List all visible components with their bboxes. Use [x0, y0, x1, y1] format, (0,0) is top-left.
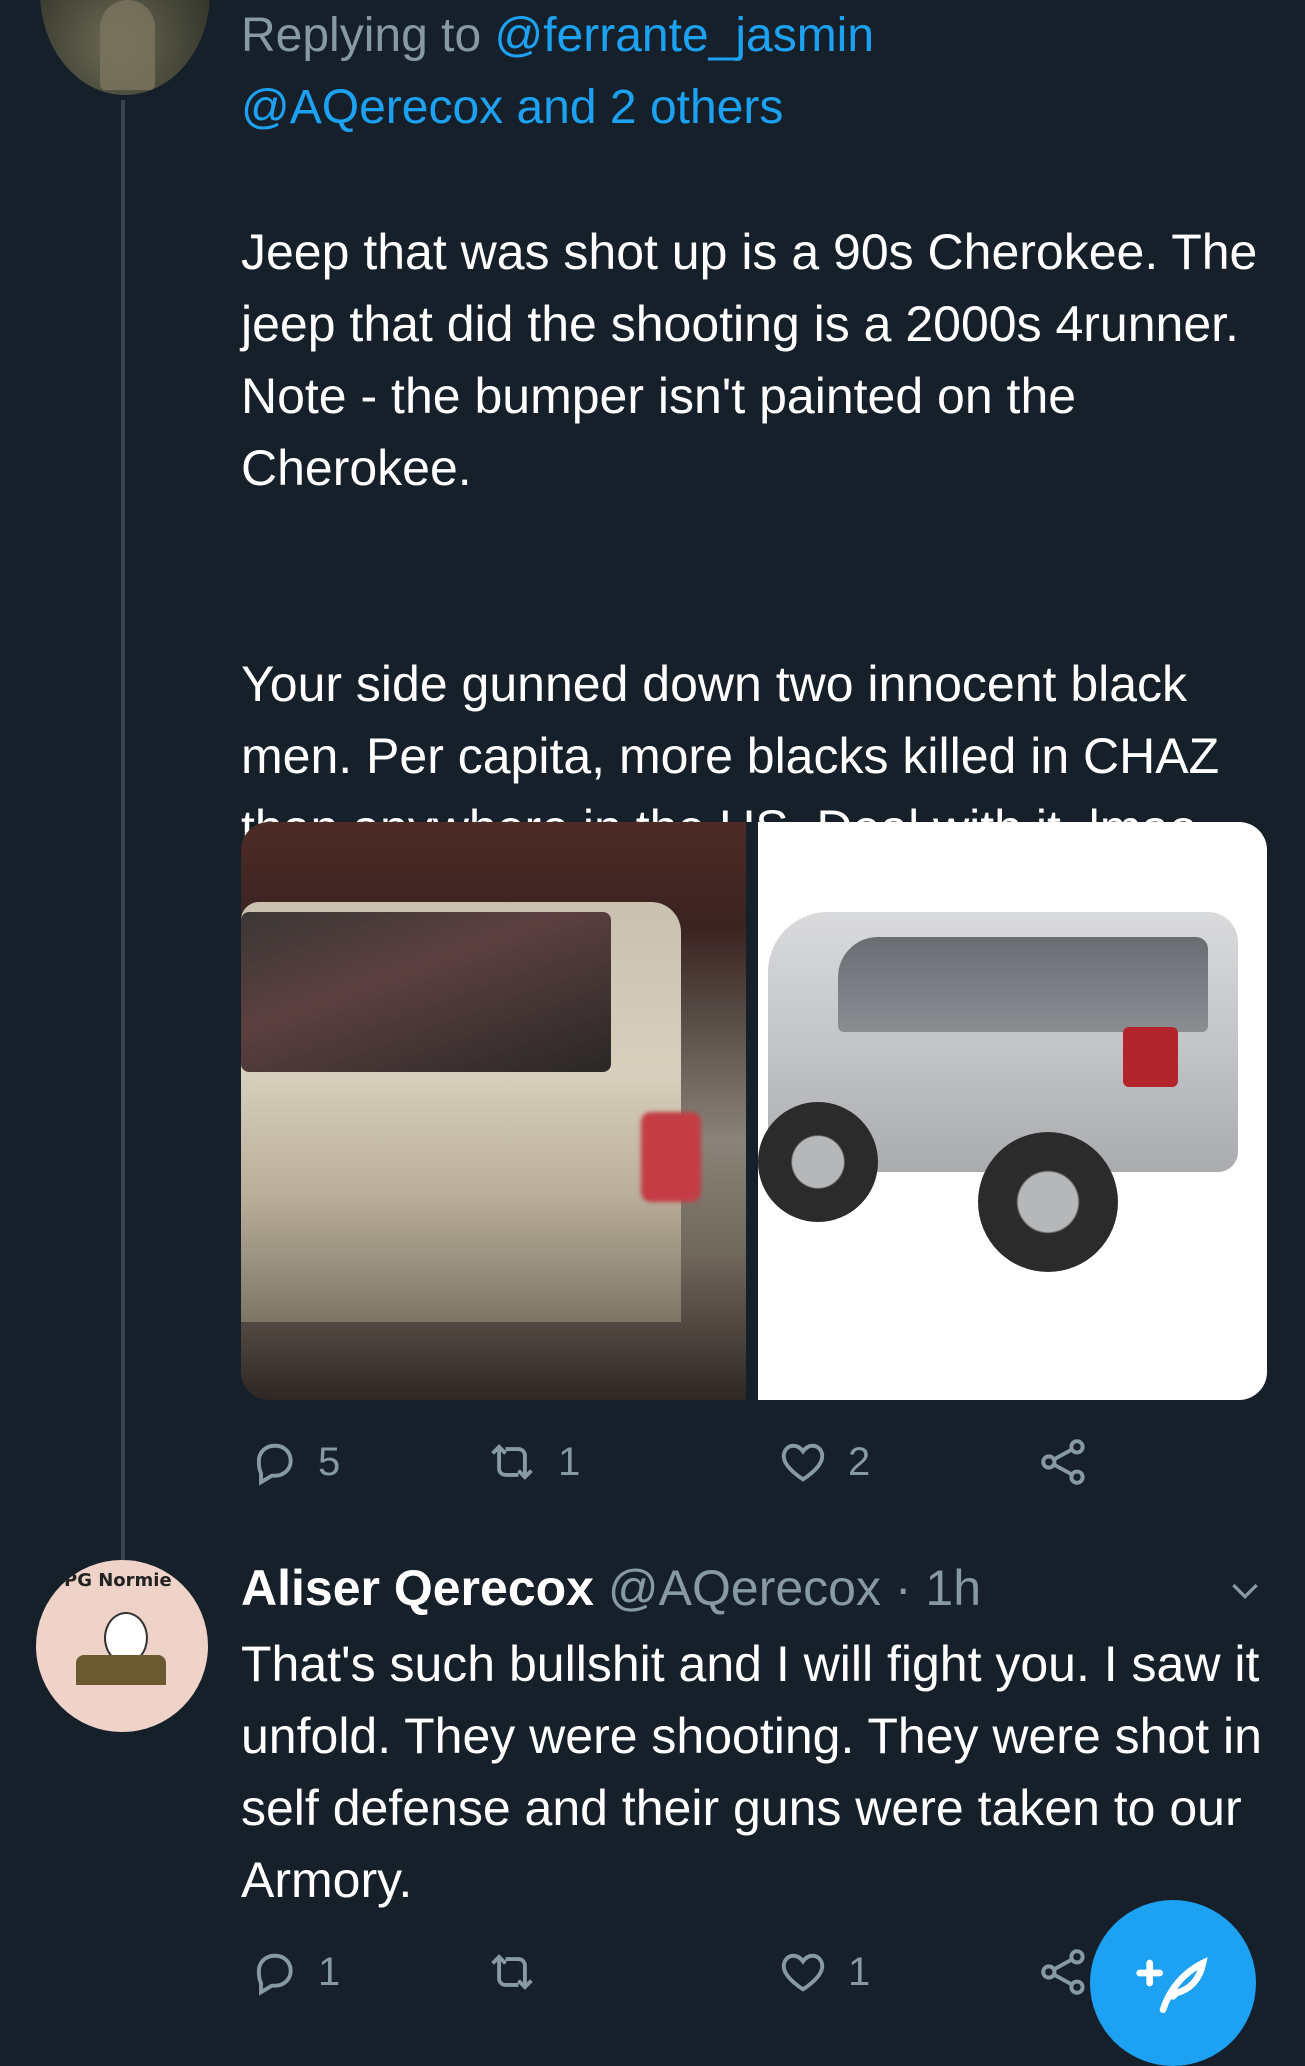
retweet-icon [491, 1954, 533, 1990]
media-photo-cherokee[interactable] [241, 822, 746, 1400]
display-name[interactable]: Aliser Qerecox [241, 1560, 594, 1616]
share-icon [1041, 1439, 1085, 1485]
tweet-2[interactable]: Aliser Qerecox @AQerecox · 1h That's suc… [241, 1548, 1271, 1916]
heart-icon [781, 1443, 825, 1482]
like-button[interactable]: 1 [776, 1946, 870, 1998]
tweet-2-actions: 1 1 [248, 1942, 1128, 2002]
compose-tweet-icon [1136, 1956, 1208, 2013]
tweet-1-media [241, 822, 1267, 1400]
like-count: 2 [848, 1439, 871, 1484]
reply-count: 5 [318, 1439, 341, 1484]
tweet-1[interactable]: Replying to @ferrante_jasmin @AQerecox a… [241, 0, 1271, 936]
heart-icon [781, 1953, 825, 1992]
user-avatar-ferrante[interactable] [40, 0, 210, 95]
tweet-2-text: That's such bullshit and I will fight yo… [241, 1636, 1262, 1908]
retweet-icon [491, 1444, 533, 1480]
tweet-time[interactable]: 1h [925, 1560, 981, 1616]
media-photo-4runner[interactable] [758, 822, 1267, 1400]
compose-tweet-button[interactable] [1090, 1900, 1256, 2066]
share-icon [1041, 1949, 1085, 1995]
retweet-button[interactable]: 1 [484, 1436, 580, 1488]
reply-button[interactable]: 5 [248, 1436, 340, 1488]
tweet-1-text: Jeep that was shot up is a 90s Cherokee.… [241, 144, 1271, 936]
chevron-down-icon[interactable] [1225, 1570, 1265, 1610]
reply-icon [256, 1953, 293, 1996]
like-count: 1 [848, 1949, 871, 1994]
mention-link[interactable]: @ferrante_jasmin [494, 9, 874, 62]
mention-others-link[interactable]: @AQerecox and 2 others [241, 81, 783, 134]
share-button[interactable] [1038, 1946, 1090, 1998]
user-handle[interactable]: @AQerecox [608, 1560, 881, 1616]
avatar-caption: PG Normie [64, 1570, 172, 1591]
retweet-count: 1 [558, 1439, 581, 1484]
like-button[interactable]: 2 [776, 1436, 870, 1488]
thread-connector-line [121, 100, 125, 1560]
retweet-button[interactable] [484, 1946, 558, 1998]
tweet-1-paragraph: Jeep that was shot up is a 90s Cherokee.… [241, 224, 1258, 496]
reply-button[interactable]: 1 [248, 1946, 340, 1998]
reply-count: 1 [318, 1949, 341, 1994]
share-button[interactable] [1038, 1436, 1090, 1488]
tweet-1-actions: 5 1 2 [248, 1432, 1128, 1492]
user-avatar-aqerecox[interactable]: PG Normie [36, 1560, 208, 1732]
replying-to-others: @AQerecox and 2 others [241, 72, 1271, 144]
tweet-2-header: Aliser Qerecox @AQerecox · 1h [241, 1548, 1271, 1628]
meta-separator: · [880, 1560, 926, 1616]
replying-to-line: Replying to @ferrante_jasmin [241, 0, 1271, 72]
replying-to-label: Replying to [241, 9, 495, 62]
reply-icon [256, 1443, 293, 1486]
